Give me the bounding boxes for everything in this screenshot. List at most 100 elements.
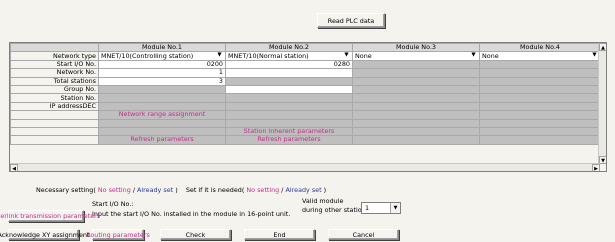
legend-slash: / <box>132 186 135 194</box>
valid-module-label: Valid module <box>302 197 344 205</box>
hint-body: Input the start I/O No. installed in the… <box>92 210 291 218</box>
row-label: Group No. <box>10 84 99 95</box>
disabled-cell <box>479 126 601 137</box>
network-type-select[interactable]: MNET/10(Normal station) ▼ <box>225 51 353 61</box>
column-header: Module No.4 <box>479 43 601 53</box>
refresh-parameters-link[interactable]: Refresh parameters <box>98 135 226 145</box>
select-value: 1 <box>365 204 370 212</box>
header-row: Module No.1 Module No.2 Module No.3 Modu… <box>10 43 601 53</box>
legend-slash: / <box>281 186 284 194</box>
disabled-cell <box>352 93 480 103</box>
select-value: MNET/10(Normal station) <box>228 51 309 60</box>
disabled-cell <box>352 135 480 145</box>
column-header: Module No.1 <box>98 43 226 53</box>
acknowledge-xy-assignment-button[interactable]: Acknowledge XY assignment <box>0 229 89 240</box>
table-row: Network type MNET/10(Controlling station… <box>10 51 601 61</box>
disabled-cell <box>98 93 226 103</box>
table-row: Refresh parameters Refresh parameters <box>10 135 601 145</box>
table-row: Group No. <box>10 84 601 95</box>
chevron-down-icon[interactable]: ▼ <box>390 203 400 213</box>
corner-cell <box>10 43 99 53</box>
column-header: Module No.3 <box>352 43 480 53</box>
disabled-cell <box>352 101 480 112</box>
start-io-cell[interactable]: 0200 <box>98 59 226 70</box>
valid-module-select[interactable]: 1 ▼ <box>361 202 401 214</box>
scroll-right-icon[interactable]: ▶ <box>592 164 600 171</box>
legend-no-setting: No setting <box>97 186 131 194</box>
disabled-cell <box>98 101 226 112</box>
start-io-cell[interactable]: 0280 <box>225 59 353 70</box>
chevron-down-icon[interactable]: ▼ <box>342 53 351 59</box>
select-value: None <box>355 51 372 60</box>
vertical-scrollbar[interactable]: ▲ ▼ <box>598 43 606 164</box>
legend-line: Necessary setting( No setting / Already … <box>36 186 326 194</box>
table-row: IP addressDEC <box>10 101 601 112</box>
row-label <box>10 110 99 120</box>
table-row: Total stations 3 <box>10 76 601 86</box>
disabled-cell <box>352 68 480 78</box>
disabled-cell <box>98 84 226 95</box>
table-row: Network No. 1 <box>10 68 601 78</box>
row-label <box>10 126 99 137</box>
row-label: Network type <box>10 51 99 61</box>
disabled-cell <box>352 76 480 86</box>
select-value: None <box>482 51 499 60</box>
disabled-cell <box>479 110 601 120</box>
row-label: Total stations <box>10 76 99 86</box>
disabled-cell <box>225 118 353 128</box>
network-no-cell[interactable] <box>225 68 353 78</box>
horizontal-scrollbar[interactable]: ◀ ▶ <box>10 163 600 171</box>
routing-parameters-button[interactable]: Routing parameters <box>86 229 150 240</box>
disabled-cell <box>225 76 353 86</box>
select-value: MNET/10(Controlling station) <box>101 51 194 60</box>
network-no-cell[interactable]: 1 <box>98 68 226 78</box>
disabled-cell <box>479 68 601 78</box>
disabled-cell <box>98 126 226 137</box>
row-label <box>10 135 99 145</box>
disabled-cell <box>98 118 226 128</box>
chevron-down-icon[interactable]: ▼ <box>215 53 224 59</box>
table-row: Start I/O No. 0200 0280 <box>10 59 601 70</box>
disabled-cell <box>352 59 480 70</box>
table-row: Network range assignment <box>10 110 601 120</box>
end-button[interactable]: End <box>244 229 315 240</box>
hint-title: Start I/O No.: <box>92 200 134 208</box>
parameter-table: Module No.1 Module No.2 Module No.3 Modu… <box>10 43 601 145</box>
legend-no-setting: No setting <box>246 186 280 194</box>
row-label: Start I/O No. <box>10 59 99 70</box>
disabled-cell <box>479 76 601 86</box>
table-row: Station No. <box>10 93 601 103</box>
scroll-up-icon[interactable]: ▲ <box>599 43 606 51</box>
table-row <box>10 118 601 128</box>
row-label: IP addressDEC <box>10 101 99 112</box>
interlink-transmission-parameters-button[interactable]: Interlink transmission parameters <box>0 210 100 222</box>
column-header: Module No.2 <box>225 43 353 53</box>
scroll-left-icon[interactable]: ◀ <box>10 164 18 171</box>
legend-necessary-label: Necessary setting( <box>36 186 96 194</box>
disabled-cell <box>479 118 601 128</box>
total-stations-cell[interactable]: 3 <box>98 76 226 86</box>
station-inherent-parameters-link[interactable]: Station inherent parameters <box>225 126 353 137</box>
row-label <box>10 118 99 128</box>
disabled-cell <box>479 135 601 145</box>
network-type-select[interactable]: None ▼ <box>352 51 480 61</box>
disabled-cell <box>352 84 480 95</box>
check-button[interactable]: Check <box>160 229 231 240</box>
cancel-button[interactable]: Cancel <box>328 229 399 240</box>
scroll-down-icon[interactable]: ▼ <box>599 156 606 164</box>
disabled-cell <box>479 101 601 112</box>
group-no-cell[interactable] <box>225 84 353 95</box>
chevron-down-icon[interactable]: ▼ <box>469 53 478 59</box>
network-range-assignment-link[interactable]: Network range assignment <box>98 110 226 120</box>
disabled-cell <box>479 84 601 95</box>
refresh-parameters-link[interactable]: Refresh parameters <box>225 135 353 145</box>
legend-already-set: Already set <box>285 186 322 194</box>
disabled-cell <box>352 126 480 137</box>
disabled-cell <box>479 59 601 70</box>
legend-set-if-needed-label: Set if it is needed( <box>185 186 245 194</box>
network-type-select[interactable]: MNET/10(Controlling station) ▼ <box>98 51 226 61</box>
read-plc-data-button[interactable]: Read PLC data <box>317 13 385 28</box>
network-type-select[interactable]: None ▼ <box>479 51 601 61</box>
disabled-cell <box>352 110 480 120</box>
disabled-cell <box>225 101 353 112</box>
